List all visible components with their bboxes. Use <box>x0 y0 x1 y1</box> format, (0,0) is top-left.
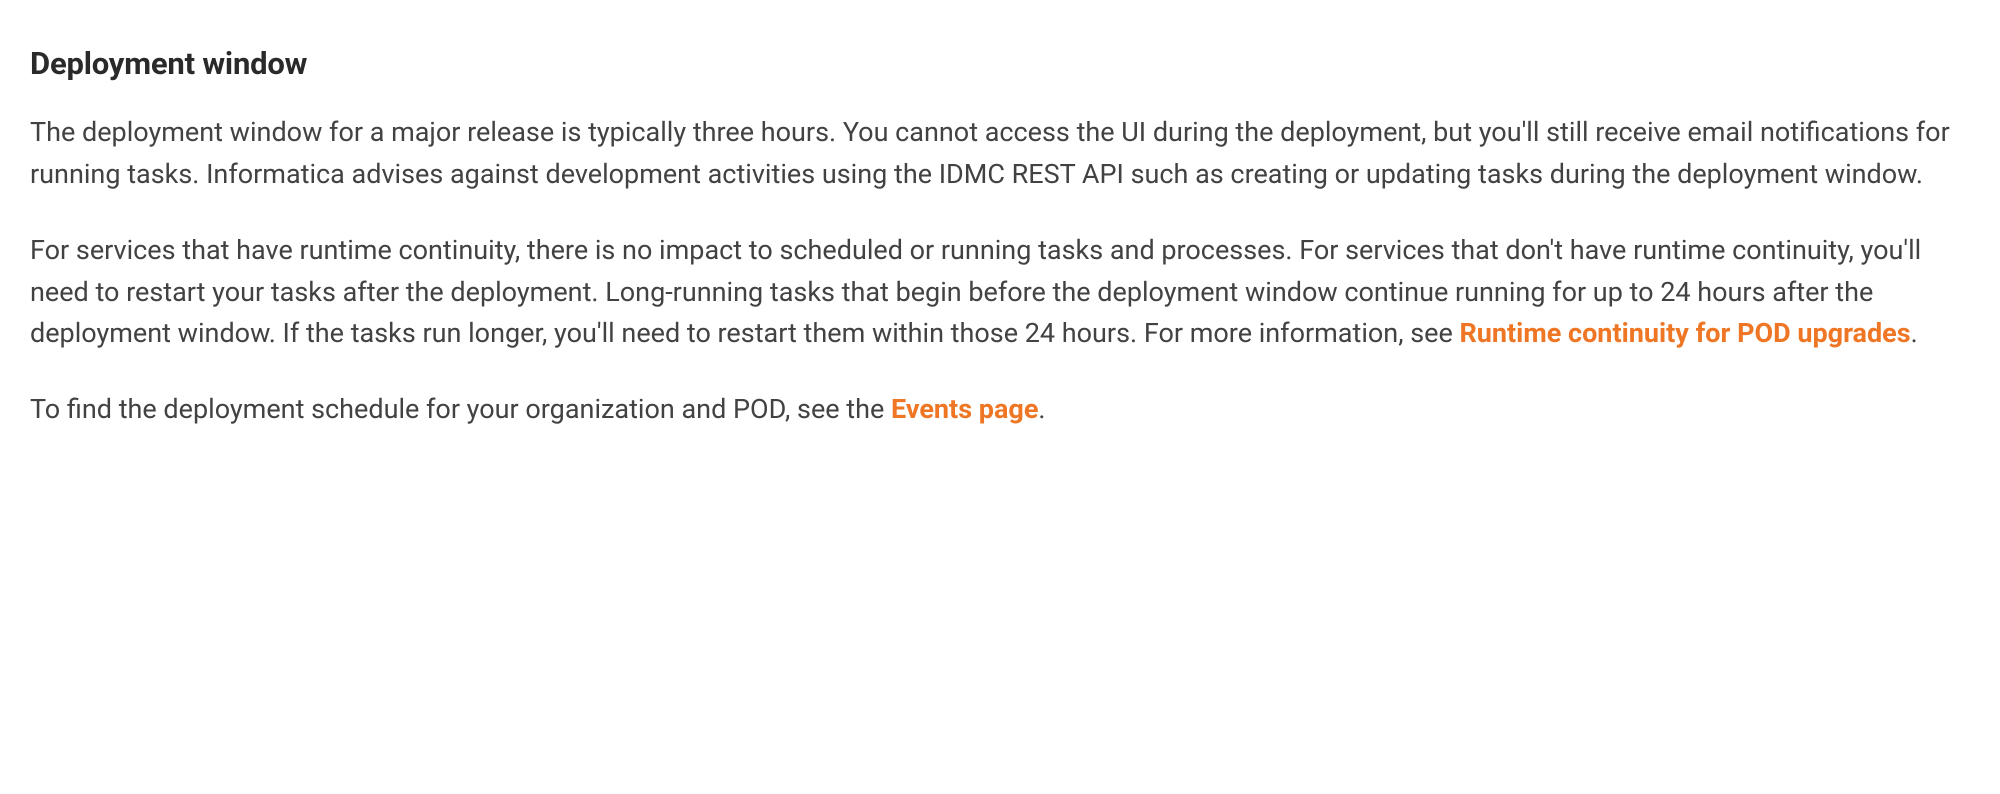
paragraph-schedule: To find the deployment schedule for your… <box>30 389 1970 431</box>
paragraph-text: To find the deployment schedule for your… <box>30 393 891 425</box>
paragraph-intro: The deployment window for a major releas… <box>30 112 1970 196</box>
paragraph-text-tail: . <box>1911 317 1918 349</box>
paragraph-runtime-continuity: For services that have runtime continuit… <box>30 230 1970 356</box>
events-page-link[interactable]: Events page <box>891 393 1038 425</box>
paragraph-text-tail: . <box>1038 393 1045 425</box>
deployment-window-section: Deployment window The deployment window … <box>30 40 1970 431</box>
runtime-continuity-link[interactable]: Runtime continuity for POD upgrades <box>1459 317 1910 349</box>
section-heading: Deployment window <box>30 40 1970 88</box>
